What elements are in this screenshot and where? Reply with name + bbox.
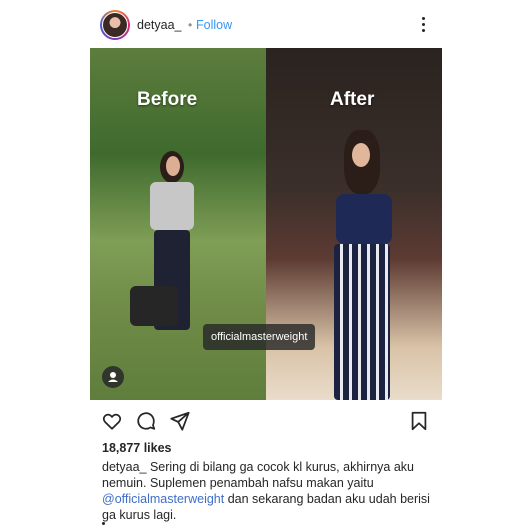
comment-icon[interactable] — [135, 410, 157, 432]
before-person-shirt — [150, 182, 194, 230]
caption-mention-link[interactable]: @officialmasterweight — [102, 492, 224, 506]
user-tag-icon[interactable] — [102, 366, 124, 388]
before-label: Before — [137, 89, 198, 110]
post-header: detyaa_ • Follow — [90, 10, 442, 42]
more-vertical-icon[interactable] — [416, 15, 430, 35]
bookmark-icon[interactable] — [408, 410, 430, 432]
separator-dot: • — [188, 18, 193, 32]
after-person-top — [336, 194, 392, 244]
share-icon[interactable] — [169, 410, 191, 432]
after-label: After — [330, 89, 375, 110]
follow-button[interactable]: Follow — [196, 18, 232, 32]
post-caption: detyaa_ Sering di bilang ga cocok kl kur… — [102, 459, 432, 523]
likes-count[interactable]: 18,877 likes — [102, 441, 172, 455]
username-link[interactable]: detyaa_ — [137, 18, 181, 32]
more-dot — [102, 522, 105, 525]
before-person-bag — [130, 286, 178, 326]
avatar[interactable] — [100, 10, 130, 40]
avatar-image — [102, 12, 128, 38]
before-person-face — [166, 156, 180, 176]
after-person-pants — [334, 244, 390, 400]
caption-text-1: Sering di bilang ga cocok kl kurus, akhi… — [102, 460, 414, 490]
action-bar — [90, 406, 442, 434]
post-image[interactable]: Before After officialmasterweight — [90, 48, 442, 400]
heart-icon[interactable] — [101, 410, 123, 432]
product-tag[interactable]: officialmasterweight — [203, 324, 316, 350]
after-person-face — [352, 143, 370, 167]
instagram-post: detyaa_ • Follow Before After officialma… — [90, 0, 442, 531]
caption-username[interactable]: detyaa_ — [102, 460, 146, 474]
